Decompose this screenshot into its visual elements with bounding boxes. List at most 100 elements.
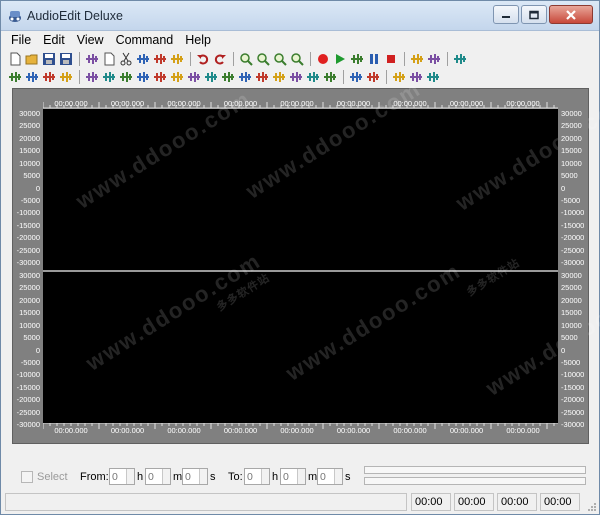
scale-amplitude-label: 20000 — [19, 295, 40, 305]
mono-to-stereo-icon — [324, 72, 336, 82]
to-hours-spinner[interactable]: 0 — [244, 468, 270, 485]
play-from-cursor-icon — [351, 54, 363, 64]
ruler-time-label: 00:00.000 — [167, 99, 201, 108]
from-hours-spinner[interactable]: 0 — [109, 468, 135, 485]
close-button[interactable] — [549, 5, 593, 24]
stretch-button[interactable] — [152, 69, 168, 85]
time-ruler-bottom[interactable]: 00:00.000 00:00.000 00:00.000 00:00.000 00:0… — [43, 423, 558, 443]
open-folder-icon — [25, 54, 38, 65]
close-icon — [566, 9, 576, 20]
from-minutes-spinner[interactable]: 0 — [145, 468, 171, 485]
split-channel-button[interactable] — [365, 69, 381, 85]
effects-button[interactable] — [426, 51, 442, 67]
open-folder-button[interactable] — [24, 51, 40, 67]
title-bar[interactable]: AudioEdit Deluxe — [1, 1, 599, 31]
waveform-display[interactable]: www.ddooo.com www.ddooo.com www.ddooo.co… — [43, 76, 600, 423]
trim-button[interactable] — [152, 51, 168, 67]
maximize-icon — [529, 10, 539, 19]
zoom-out-button[interactable] — [255, 51, 271, 67]
progress-bar-lower — [364, 477, 586, 485]
maximize-button[interactable] — [521, 5, 547, 24]
vibrato-button[interactable] — [220, 69, 236, 85]
reverse-button[interactable] — [84, 69, 100, 85]
menu-help[interactable]: Help — [179, 31, 217, 49]
waveform-editor: 00:00.000 00:00.000 00:00.000 00:00.000 00:0… — [12, 76, 600, 444]
save-button[interactable] — [41, 51, 57, 67]
copy-button[interactable] — [101, 51, 117, 67]
equalizer-button[interactable] — [254, 69, 270, 85]
play-from-cursor-button[interactable] — [349, 51, 365, 67]
spinner-arrows-icon[interactable] — [334, 469, 342, 484]
paste-mix-button[interactable] — [169, 51, 185, 67]
split-channel-icon — [367, 72, 379, 82]
undo-button[interactable] — [195, 51, 211, 67]
play-button[interactable] — [332, 51, 348, 67]
volume-button[interactable] — [409, 51, 425, 67]
compress-button[interactable] — [169, 69, 185, 85]
spinner-arrows-icon[interactable] — [297, 469, 305, 484]
copy-icon — [104, 52, 115, 66]
zoom-in-icon — [240, 53, 253, 66]
spinner-arrows-icon[interactable] — [126, 469, 134, 484]
save-as-icon — [60, 53, 72, 65]
fade-out-button[interactable] — [24, 69, 40, 85]
record-button[interactable] — [315, 51, 331, 67]
to-seconds-spinner[interactable]: 0 — [317, 468, 343, 485]
spinner-arrows-icon[interactable] — [162, 469, 170, 484]
cut-button[interactable] — [118, 51, 134, 67]
time-ruler-top[interactable]: 00:00.000 00:00.000 00:00.000 00:00.000 00:0… — [43, 89, 558, 109]
menu-file[interactable]: File — [1, 31, 37, 49]
normalize-button[interactable] — [58, 69, 74, 85]
options-button[interactable] — [452, 51, 468, 67]
mute-button[interactable] — [135, 69, 151, 85]
scale-amplitude-label: 30000 — [19, 109, 40, 118]
pitch-down-button[interactable] — [203, 69, 219, 85]
pause-button[interactable] — [366, 51, 382, 67]
noise-reduce-button[interactable] — [271, 69, 287, 85]
invert-icon — [290, 72, 302, 82]
ruler-time-label: 00:00.000 — [506, 426, 540, 435]
save-as-button[interactable] — [58, 51, 74, 67]
spinner-arrows-icon[interactable] — [261, 469, 269, 484]
minimize-button[interactable] — [493, 5, 519, 24]
filter-button[interactable] — [305, 69, 321, 85]
toolbar-separator — [79, 52, 80, 66]
to-minutes-spinner[interactable]: 0 — [280, 468, 306, 485]
convert-button[interactable] — [84, 51, 100, 67]
paste-button[interactable] — [135, 51, 151, 67]
scale-amplitude-label: 20000 — [561, 133, 582, 143]
menu-view[interactable]: View — [71, 31, 110, 49]
select-checkbox[interactable] — [21, 471, 33, 483]
spinner-arrows-icon[interactable] — [199, 469, 207, 484]
menu-command[interactable]: Command — [110, 31, 180, 49]
ruler-time-label: 00:00.000 — [54, 99, 88, 108]
undo-icon — [197, 54, 209, 65]
insert-silence-button[interactable] — [118, 69, 134, 85]
pitch-up-button[interactable] — [186, 69, 202, 85]
amplify-button[interactable] — [41, 69, 57, 85]
scale-amplitude-label: 25000 — [19, 283, 40, 293]
zoom-full-button[interactable] — [272, 51, 288, 67]
stop-button[interactable] — [383, 51, 399, 67]
new-file-button[interactable] — [7, 51, 23, 67]
delay-button[interactable] — [237, 69, 253, 85]
pitch-down-icon — [205, 72, 217, 82]
zoom-selection-button[interactable] — [289, 51, 305, 67]
from-seconds-spinner[interactable]: 0 — [182, 468, 208, 485]
stereo-to-mono-button[interactable] — [348, 69, 364, 85]
scale-amplitude-label: -20000 — [16, 233, 40, 243]
resize-grip-icon[interactable] — [587, 502, 597, 512]
menu-edit[interactable]: Edit — [37, 31, 71, 49]
toolbar-separator — [310, 52, 311, 66]
fade-in-button[interactable] — [7, 69, 23, 85]
scale-amplitude-label: 0 — [561, 183, 566, 193]
redo-button[interactable] — [212, 51, 228, 67]
scale-amplitude-label: 20000 — [19, 133, 40, 143]
toolbar-separator — [79, 70, 80, 84]
pause-icon — [370, 54, 378, 64]
echo-button[interactable] — [101, 69, 117, 85]
mono-to-stereo-button[interactable] — [322, 69, 338, 85]
invert-button[interactable] — [288, 69, 304, 85]
region-button[interactable] — [425, 69, 441, 85]
zoom-in-button[interactable] — [238, 51, 254, 67]
